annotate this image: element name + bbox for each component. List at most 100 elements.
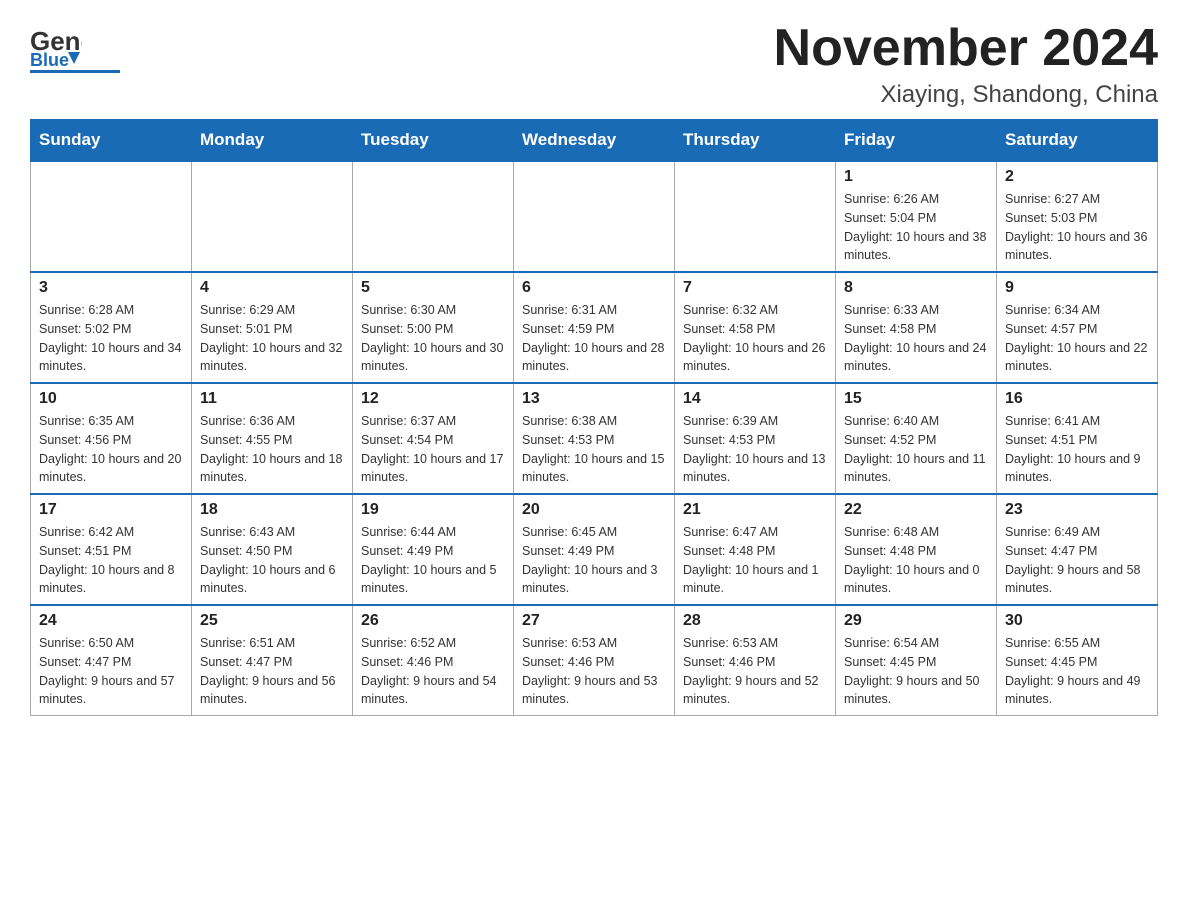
day-number: 18: [200, 501, 344, 519]
day-number: 6: [522, 279, 666, 297]
calendar-cell: 23 Sunrise: 6:49 AM Sunset: 4:47 PM Dayli…: [997, 494, 1158, 605]
calendar-cell: 2 Sunrise: 6:27 AM Sunset: 5:03 PM Daylig…: [997, 161, 1158, 272]
day-info: Sunrise: 6:54 AM Sunset: 4:45 PM Dayligh…: [844, 634, 988, 709]
day-number: 7: [683, 279, 827, 297]
calendar-cell: [31, 161, 192, 272]
day-info: Sunrise: 6:37 AM Sunset: 4:54 PM Dayligh…: [361, 412, 505, 487]
calendar-cell: 28Sunrise: 6:53 AM Sunset: 4:46 PM Dayli…: [675, 605, 836, 716]
weekday-header-friday: Friday: [836, 120, 997, 162]
week-row-4: 17 Sunrise: 6:42 AM Sunset: 4:51 PM Dayli…: [31, 494, 1158, 605]
day-info: Sunrise: 6:38 AM Sunset: 4:53 PM Dayligh…: [522, 412, 666, 487]
calendar-cell: 5Sunrise: 6:30 AM Sunset: 5:00 PM Daylig…: [353, 272, 514, 383]
day-info: Sunrise: 6:34 AM Sunset: 4:57 PM Dayligh…: [1005, 301, 1149, 376]
calendar-cell: [675, 161, 836, 272]
day-info: Sunrise: 6:42 AM Sunset: 4:51 PM Dayligh…: [39, 523, 183, 598]
calendar-cell: 20 Sunrise: 6:45 AM Sunset: 4:49 PM Dayli…: [514, 494, 675, 605]
day-info: Sunrise: 6:49 AM Sunset: 4:47 PM Dayligh…: [1005, 523, 1149, 598]
day-number: 1: [844, 168, 988, 186]
calendar-cell: 7 Sunrise: 6:32 AM Sunset: 4:58 PM Daylig…: [675, 272, 836, 383]
day-info: Sunrise: 6:48 AM Sunset: 4:48 PM Dayligh…: [844, 523, 988, 598]
day-number: 29: [844, 612, 988, 630]
calendar-cell: 18 Sunrise: 6:43 AM Sunset: 4:50 PM Dayli…: [192, 494, 353, 605]
weekday-header-thursday: Thursday: [675, 120, 836, 162]
day-number: 11: [200, 390, 344, 408]
week-row-5: 24Sunrise: 6:50 AM Sunset: 4:47 PM Dayli…: [31, 605, 1158, 716]
day-number: 2: [1005, 168, 1149, 186]
calendar-cell: 16 Sunrise: 6:41 AM Sunset: 4:51 PM Dayli…: [997, 383, 1158, 494]
location-title: Xiaying, Shandong, China: [774, 81, 1158, 109]
calendar-cell: 17 Sunrise: 6:42 AM Sunset: 4:51 PM Dayli…: [31, 494, 192, 605]
day-number: 12: [361, 390, 505, 408]
day-info: Sunrise: 6:28 AM Sunset: 5:02 PM Dayligh…: [39, 301, 183, 376]
day-number: 16: [1005, 390, 1149, 408]
calendar-cell: 21Sunrise: 6:47 AM Sunset: 4:48 PM Dayli…: [675, 494, 836, 605]
calendar-cell: 13 Sunrise: 6:38 AM Sunset: 4:53 PM Dayli…: [514, 383, 675, 494]
calendar-cell: 6 Sunrise: 6:31 AM Sunset: 4:59 PM Daylig…: [514, 272, 675, 383]
calendar-cell: 26 Sunrise: 6:52 AM Sunset: 4:46 PM Dayli…: [353, 605, 514, 716]
day-number: 25: [200, 612, 344, 630]
day-info: Sunrise: 6:33 AM Sunset: 4:58 PM Dayligh…: [844, 301, 988, 376]
day-number: 21: [683, 501, 827, 519]
day-info: Sunrise: 6:26 AM Sunset: 5:04 PM Dayligh…: [844, 190, 988, 265]
weekday-header-row: SundayMondayTuesdayWednesdayThursdayFrid…: [31, 120, 1158, 162]
day-info: Sunrise: 6:55 AM Sunset: 4:45 PM Dayligh…: [1005, 634, 1149, 709]
calendar-cell: 8 Sunrise: 6:33 AM Sunset: 4:58 PM Daylig…: [836, 272, 997, 383]
day-number: 13: [522, 390, 666, 408]
day-number: 10: [39, 390, 183, 408]
calendar-cell: 1 Sunrise: 6:26 AM Sunset: 5:04 PM Daylig…: [836, 161, 997, 272]
day-info: Sunrise: 6:29 AM Sunset: 5:01 PM Dayligh…: [200, 301, 344, 376]
weekday-header-monday: Monday: [192, 120, 353, 162]
calendar-table: SundayMondayTuesdayWednesdayThursdayFrid…: [30, 119, 1158, 716]
day-number: 20: [522, 501, 666, 519]
day-info: Sunrise: 6:31 AM Sunset: 4:59 PM Dayligh…: [522, 301, 666, 376]
day-number: 26: [361, 612, 505, 630]
calendar-cell: 11 Sunrise: 6:36 AM Sunset: 4:55 PM Dayli…: [192, 383, 353, 494]
day-info: Sunrise: 6:35 AM Sunset: 4:56 PM Dayligh…: [39, 412, 183, 487]
day-info: Sunrise: 6:45 AM Sunset: 4:49 PM Dayligh…: [522, 523, 666, 598]
day-info: Sunrise: 6:52 AM Sunset: 4:46 PM Dayligh…: [361, 634, 505, 709]
calendar-cell: 19Sunrise: 6:44 AM Sunset: 4:49 PM Dayli…: [353, 494, 514, 605]
day-number: 4: [200, 279, 344, 297]
calendar-cell: 14 Sunrise: 6:39 AM Sunset: 4:53 PM Dayli…: [675, 383, 836, 494]
weekday-header-sunday: Sunday: [31, 120, 192, 162]
day-number: 15: [844, 390, 988, 408]
day-info: Sunrise: 6:32 AM Sunset: 4:58 PM Dayligh…: [683, 301, 827, 376]
month-title: November 2024: [774, 20, 1158, 77]
day-info: Sunrise: 6:27 AM Sunset: 5:03 PM Dayligh…: [1005, 190, 1149, 265]
day-number: 5: [361, 279, 505, 297]
logo-icon: General Blue: [30, 20, 82, 68]
day-number: 30: [1005, 612, 1149, 630]
day-number: 3: [39, 279, 183, 297]
calendar-cell: 22Sunrise: 6:48 AM Sunset: 4:48 PM Dayli…: [836, 494, 997, 605]
day-number: 17: [39, 501, 183, 519]
weekday-header-tuesday: Tuesday: [353, 120, 514, 162]
weekday-header-saturday: Saturday: [997, 120, 1158, 162]
day-number: 27: [522, 612, 666, 630]
calendar-cell: 27 Sunrise: 6:53 AM Sunset: 4:46 PM Dayli…: [514, 605, 675, 716]
weekday-header-wednesday: Wednesday: [514, 120, 675, 162]
day-number: 9: [1005, 279, 1149, 297]
calendar-cell: 24Sunrise: 6:50 AM Sunset: 4:47 PM Dayli…: [31, 605, 192, 716]
day-info: Sunrise: 6:53 AM Sunset: 4:46 PM Dayligh…: [522, 634, 666, 709]
calendar-cell: 29 Sunrise: 6:54 AM Sunset: 4:45 PM Dayli…: [836, 605, 997, 716]
calendar-cell: 9 Sunrise: 6:34 AM Sunset: 4:57 PM Daylig…: [997, 272, 1158, 383]
calendar-cell: 15Sunrise: 6:40 AM Sunset: 4:52 PM Dayli…: [836, 383, 997, 494]
day-number: 14: [683, 390, 827, 408]
day-number: 23: [1005, 501, 1149, 519]
week-row-1: 1 Sunrise: 6:26 AM Sunset: 5:04 PM Daylig…: [31, 161, 1158, 272]
calendar-cell: [514, 161, 675, 272]
day-info: Sunrise: 6:43 AM Sunset: 4:50 PM Dayligh…: [200, 523, 344, 598]
week-row-3: 10 Sunrise: 6:35 AM Sunset: 4:56 PM Dayli…: [31, 383, 1158, 494]
calendar-cell: 25Sunrise: 6:51 AM Sunset: 4:47 PM Dayli…: [192, 605, 353, 716]
day-info: Sunrise: 6:36 AM Sunset: 4:55 PM Dayligh…: [200, 412, 344, 487]
day-info: Sunrise: 6:39 AM Sunset: 4:53 PM Dayligh…: [683, 412, 827, 487]
svg-text:Blue: Blue: [30, 50, 69, 68]
calendar-cell: 10 Sunrise: 6:35 AM Sunset: 4:56 PM Dayli…: [31, 383, 192, 494]
logo: General Blue: [30, 20, 120, 73]
day-info: Sunrise: 6:41 AM Sunset: 4:51 PM Dayligh…: [1005, 412, 1149, 487]
day-number: 24: [39, 612, 183, 630]
day-number: 8: [844, 279, 988, 297]
day-info: Sunrise: 6:53 AM Sunset: 4:46 PM Dayligh…: [683, 634, 827, 709]
calendar-cell: 4 Sunrise: 6:29 AM Sunset: 5:01 PM Daylig…: [192, 272, 353, 383]
calendar-cell: 3 Sunrise: 6:28 AM Sunset: 5:02 PM Daylig…: [31, 272, 192, 383]
